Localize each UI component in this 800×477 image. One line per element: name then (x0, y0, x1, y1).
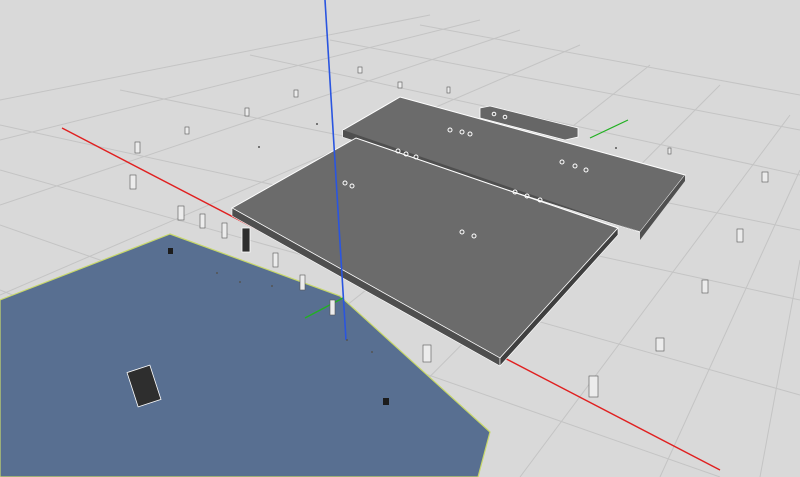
3d-viewport[interactable] (0, 0, 800, 477)
